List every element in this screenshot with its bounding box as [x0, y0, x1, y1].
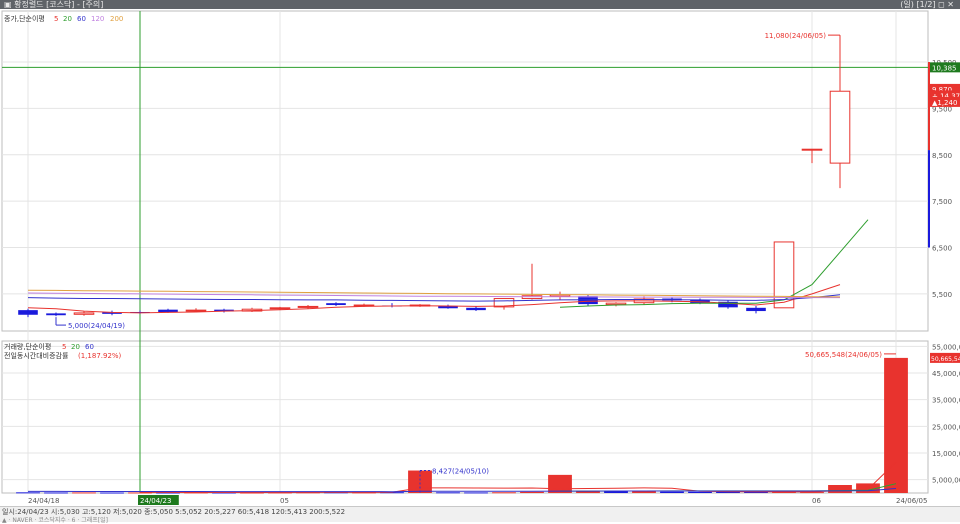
x-axis-date-label: 24/04/18: [28, 497, 59, 505]
price-tick-label: 8,500: [932, 152, 952, 160]
volume-tick-label: 15,000,000: [932, 450, 960, 458]
high-price-annotation: 11,080(24/06/05): [765, 32, 827, 40]
volume-high-annotation: 50,665,548(24/06/05): [805, 351, 882, 359]
window-titlebar: ▣ 황정렬드 [코스닥] - [주의] (일) [1/2] ◻ ✕: [0, 0, 960, 9]
volume-tag-label: 50,665,548: [931, 356, 960, 363]
volume-bar: [464, 492, 488, 494]
price-tag-label: ▲1,240: [932, 99, 957, 107]
volume-bar: [100, 492, 124, 494]
x-axis-date-label: 24/04/23: [140, 497, 171, 505]
volume-legend-period: 20: [71, 343, 80, 351]
volume-annotation: 8,427(24/05/10): [432, 468, 489, 476]
candle-body-up: [73, 312, 95, 315]
candle-body-up: [829, 90, 851, 164]
volume-bar: [16, 492, 40, 494]
candle-body-up: [185, 309, 207, 312]
candle-body-down: [326, 303, 346, 306]
low-price-annotation: 5,000(24/04/19): [68, 322, 125, 330]
volume-bar: [688, 491, 712, 493]
price-tag-label: 10,385: [932, 64, 957, 72]
candle-body-down: [46, 313, 66, 316]
price-legend-period: 200: [110, 15, 123, 23]
status-footer: 일시:24/04/23 시:5,030 고:5,120 저:5,020 종:5,…: [0, 506, 960, 524]
candle-body-down: [18, 310, 38, 315]
volume-bar: [44, 492, 68, 494]
volume-bar: [828, 485, 852, 493]
candle-body-up: [269, 307, 291, 310]
price-legend-period: 60: [77, 15, 86, 23]
window-controls[interactable]: (일) [1/2] ◻ ✕: [900, 0, 954, 9]
volume-tick-label: 55,000,000: [932, 343, 960, 351]
price-tick-label: 7,500: [932, 198, 952, 206]
volume-legend-period: 5: [62, 343, 66, 351]
volume-bar: [520, 491, 544, 493]
price-tick-label: 5,500: [932, 291, 952, 299]
volume-bar: [632, 491, 656, 493]
volume-legend-title: 거래량,단순이평: [4, 342, 51, 351]
volume-tick-label: 25,000,000: [932, 423, 960, 431]
volume-legend-change-value: (1,187.92%): [78, 352, 122, 360]
price-tick-label: 6,500: [932, 245, 952, 253]
stock-chart[interactable]: 5,5006,5007,5008,5009,50010,5005,000,000…: [0, 9, 960, 506]
volume-bar: [72, 492, 96, 494]
volume-bar: [436, 492, 460, 494]
price-legend-period: 120: [91, 15, 104, 23]
price-legend-period: 5: [54, 15, 58, 23]
price-legend-title: 종가,단순이평: [4, 14, 45, 23]
candle-body-down: [746, 307, 766, 312]
volume-tick-label: 35,000,000: [932, 397, 960, 405]
volume-tick-label: 5,000,000: [932, 477, 960, 485]
x-axis-date-label: 24/06/05: [896, 497, 927, 505]
volume-bar: [492, 492, 516, 494]
price-legend-period: 20: [63, 15, 72, 23]
status-tab-strip[interactable]: ▲ · NAVER · 코스닥지수 · 6 · 그래프[일]: [2, 515, 108, 524]
volume-bar: [884, 357, 908, 493]
volume-tick-label: 45,000,000: [932, 370, 960, 378]
x-axis-date-label: 06: [812, 497, 821, 505]
volume-legend-change-label: 전일동시간대비증감률: [4, 351, 69, 360]
axis-range-bar-blue: [928, 150, 930, 248]
candle-body-down: [158, 309, 178, 312]
candle-body-up: [297, 305, 319, 308]
volume-bar: [548, 474, 572, 493]
axis-range-bar-red: [928, 62, 930, 151]
window-title: ▣ 황정렬드 [코스닥] - [주의]: [4, 0, 104, 9]
x-axis-date-label: 05: [280, 497, 289, 505]
candle-body-down: [466, 307, 486, 311]
candle-body-up: [605, 302, 627, 306]
volume-bar: [660, 491, 684, 493]
candle-body-up: [801, 148, 823, 151]
volume-legend-period: 60: [85, 343, 94, 351]
